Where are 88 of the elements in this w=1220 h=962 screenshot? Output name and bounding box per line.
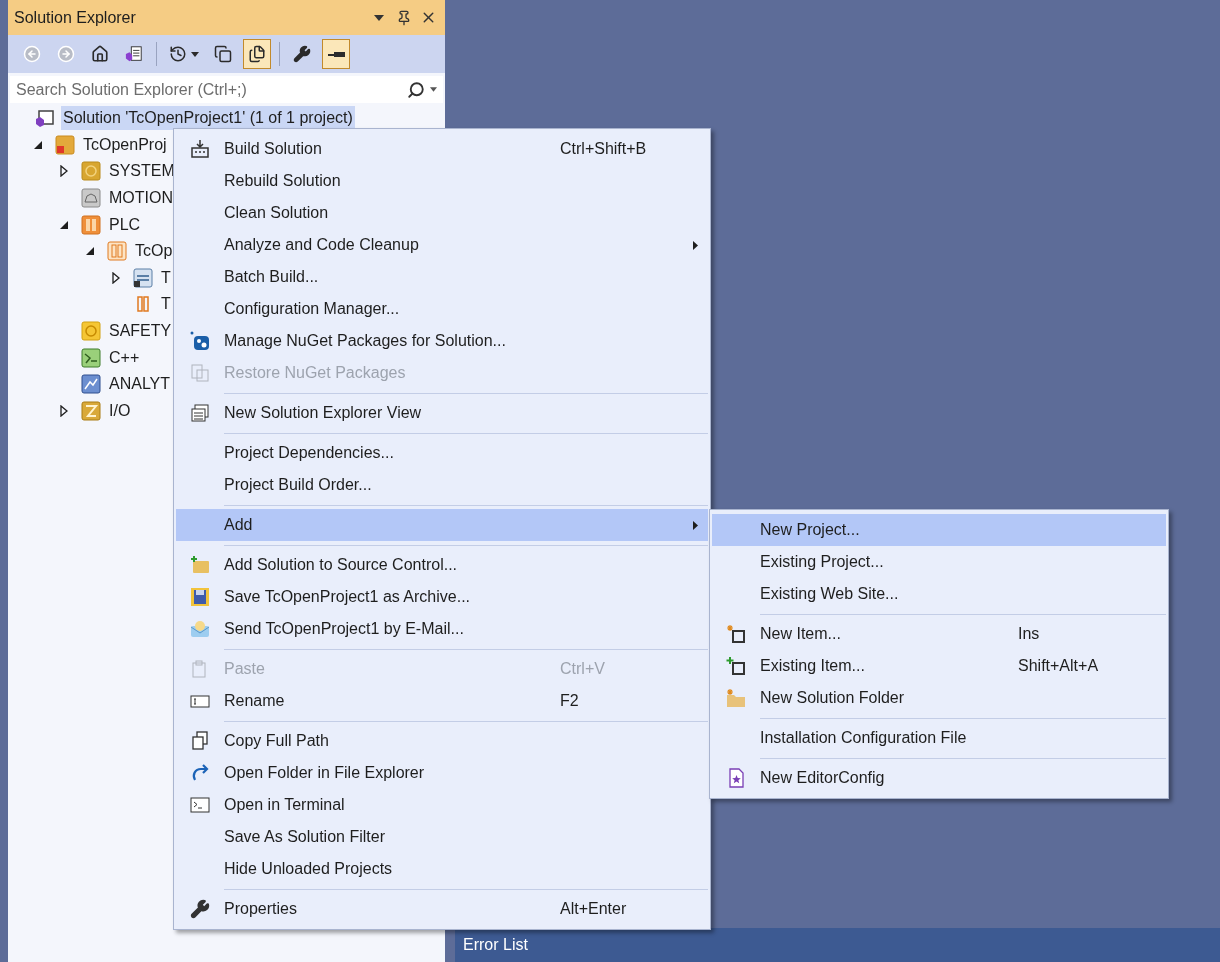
menu-item[interactable]: Add: [176, 509, 708, 541]
search-field[interactable]: Search Solution Explorer (Ctrl+;): [10, 76, 443, 103]
menu-item[interactable]: New Solution Folder: [712, 682, 1166, 714]
folder-plus-icon: [190, 555, 210, 575]
home-icon: [91, 45, 109, 63]
menu-item[interactable]: Save TcOpenProject1 as Archive...: [176, 581, 708, 613]
project-icon: [55, 134, 75, 155]
menu-item[interactable]: Configuration Manager...: [176, 293, 708, 325]
menu-item[interactable]: Send TcOpenProject1 by E-Mail...: [176, 613, 708, 645]
menu-item[interactable]: Project Dependencies...: [176, 437, 708, 469]
preview-icon: [327, 51, 345, 57]
menu-item[interactable]: Rename F2: [176, 685, 708, 717]
pin-icon[interactable]: [396, 9, 412, 26]
build-icon: [190, 139, 210, 159]
terminal-icon: [190, 795, 210, 815]
menu-item[interactable]: Save As Solution Filter: [176, 821, 708, 853]
wrench-icon: [293, 45, 311, 63]
add-item-icon: [726, 656, 746, 676]
menu-item[interactable]: Installation Configuration File: [712, 722, 1166, 754]
chip-icon: [107, 241, 127, 262]
copy-icon: [190, 731, 210, 751]
caret-icon: [191, 51, 199, 57]
menu-item[interactable]: Add Solution to Source Control...: [176, 549, 708, 581]
restore-icon: [190, 363, 210, 383]
menu-item[interactable]: Open Folder in File Explorer: [176, 757, 708, 789]
menu-item[interactable]: Clean Solution: [176, 197, 708, 229]
tree-item[interactable]: I/O: [107, 398, 133, 423]
search-input[interactable]: Search Solution Explorer (Ctrl+;): [16, 77, 407, 102]
history-icon: [169, 45, 187, 63]
expanded-arrow-icon[interactable]: [34, 140, 42, 149]
menu-item[interactable]: New Solution Explorer View: [176, 397, 708, 429]
tree-item[interactable]: TcOp: [133, 239, 175, 264]
solution-icon: [35, 108, 55, 129]
menu-item[interactable]: Existing Web Site...: [712, 578, 1166, 610]
tree-item[interactable]: Solution 'TcOpenProject1' (1 of 1 project): [61, 106, 355, 131]
tree-item[interactable]: PLC: [107, 212, 143, 237]
menu-item[interactable]: Build Solution Ctrl+Shift+B: [176, 133, 708, 165]
menu-item[interactable]: Project Build Order...: [176, 469, 708, 501]
collapse-icon: [214, 45, 232, 63]
tree-item[interactable]: SAFETY: [107, 319, 174, 344]
chip-icon: [81, 214, 101, 235]
tree-item[interactable]: T: [159, 292, 173, 317]
menu-item[interactable]: Existing Item... Shift+Alt+A: [712, 650, 1166, 682]
back-icon: [23, 45, 41, 63]
expanded-arrow-icon[interactable]: [86, 247, 94, 256]
menu-item[interactable]: Analyze and Code Cleanup: [176, 229, 708, 261]
panel-title: Error List: [463, 935, 528, 955]
tree-item[interactable]: C++: [107, 345, 142, 370]
tree-item[interactable]: T: [159, 265, 173, 290]
menu-item[interactable]: New Item... Ins: [712, 618, 1166, 650]
preview-button[interactable]: [322, 39, 350, 69]
menu-item[interactable]: Manage NuGet Packages for Solution...: [176, 325, 708, 357]
collapsed-arrow-icon[interactable]: [60, 165, 68, 178]
dropdown-icon[interactable]: [374, 14, 384, 21]
document-icon: [133, 267, 153, 288]
floppy-icon: [190, 587, 210, 607]
tree-item[interactable]: MOTION: [107, 186, 175, 211]
new-folder-icon: [726, 688, 746, 708]
wrench-icon: [190, 899, 210, 919]
menu-item[interactable]: Open in Terminal: [176, 789, 708, 821]
new-item-icon: [726, 624, 746, 644]
collapsed-arrow-icon[interactable]: [112, 271, 120, 284]
show-all-files-button[interactable]: [243, 39, 271, 69]
star-document-icon: [726, 768, 746, 788]
window-icon: [190, 403, 210, 423]
package-icon: [190, 331, 210, 351]
envelope-icon: [190, 619, 210, 639]
menu-item[interactable]: New Project...: [712, 514, 1166, 546]
menu-item[interactable]: Hide Unloaded Projects: [176, 853, 708, 885]
tree-item[interactable]: TcOpenProj: [81, 132, 169, 157]
forward-icon: [57, 45, 75, 63]
search-icon[interactable]: [407, 80, 425, 99]
menu-item[interactable]: Rebuild Solution: [176, 165, 708, 197]
menu-item[interactable]: Properties Alt+Enter: [176, 893, 708, 925]
code-icon: [81, 347, 101, 368]
menu-item[interactable]: Batch Build...: [176, 261, 708, 293]
tree-item[interactable]: ANALYT: [107, 372, 173, 397]
expanded-arrow-icon[interactable]: [60, 220, 68, 229]
document-icon: [125, 45, 143, 63]
dropdown-icon[interactable]: [430, 87, 437, 92]
menu-item[interactable]: New EditorConfig: [712, 762, 1166, 794]
chart-icon: [81, 374, 101, 395]
collapsed-arrow-icon[interactable]: [60, 404, 68, 417]
menu-item[interactable]: Copy Full Path: [176, 725, 708, 757]
redo-arrow-icon: [190, 763, 210, 783]
files-icon: [248, 45, 266, 63]
panel-title: Solution Explorer: [14, 7, 137, 28]
menu-item[interactable]: Existing Project...: [712, 546, 1166, 578]
